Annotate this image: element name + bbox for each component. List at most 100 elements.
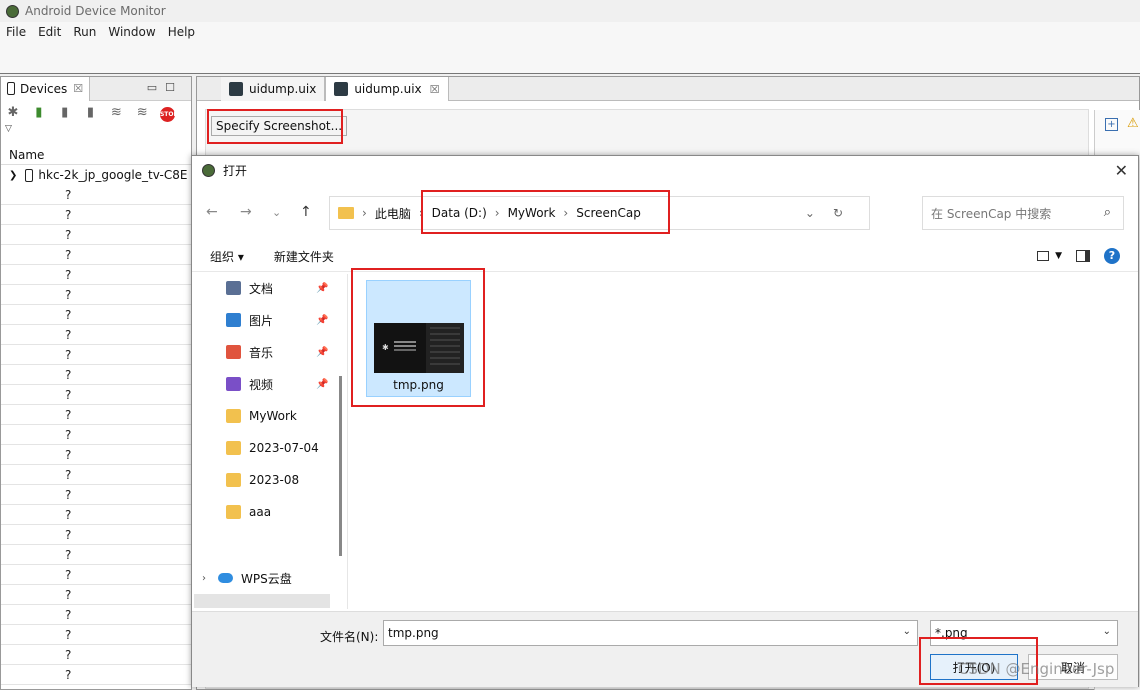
close-icon[interactable]: ☒ — [430, 83, 440, 96]
forward-arrow-icon[interactable]: → — [240, 204, 252, 220]
device-icon — [7, 82, 15, 95]
tab-uidump-2[interactable]: uidump.uix ☒ — [325, 77, 449, 101]
pin-icon: 📌 — [316, 378, 329, 390]
folder-icon — [226, 441, 241, 455]
help-icon[interactable]: ? — [1104, 248, 1120, 264]
close-icon[interactable]: ☒ — [73, 82, 83, 95]
search-input[interactable]: 在 ScreenCap 中搜索 ⌕ — [922, 196, 1124, 230]
process-row[interactable]: ? — [1, 605, 191, 625]
organize-button[interactable]: 组织 ▾ — [210, 248, 244, 265]
main-toolbar — [0, 42, 1140, 74]
address-dropdown-refresh-icons[interactable]: ⌄↻ — [805, 206, 861, 220]
library-icon — [226, 345, 241, 359]
chevron-right-icon[interactable]: › — [202, 573, 206, 584]
nav-item[interactable]: MyWork — [226, 406, 297, 426]
warning-icon[interactable]: ⚠ — [1127, 116, 1139, 131]
process-row[interactable]: ? — [1, 665, 191, 685]
search-icon[interactable]: ⌕ — [1104, 205, 1111, 220]
process-row[interactable]: ? — [1, 445, 191, 465]
new-folder-button[interactable]: 新建文件夹 — [274, 248, 334, 265]
nav-item[interactable]: 音乐 📌 — [226, 342, 328, 362]
process-row[interactable]: ? — [1, 465, 191, 485]
process-row[interactable]: ? — [1, 385, 191, 405]
devices-tab-row: Devices ☒ ▭☐ — [1, 76, 191, 101]
chevron-down-icon[interactable]: ⌄ — [1103, 626, 1111, 637]
process-row[interactable]: ? — [1, 185, 191, 205]
back-arrow-icon[interactable]: ← — [206, 204, 218, 220]
title-bar: Android Device Monitor — [0, 0, 1140, 22]
process-row[interactable]: ? — [1, 505, 191, 525]
tab-uidump-1[interactable]: uidump.uix — [221, 77, 326, 101]
process-row[interactable]: ? — [1, 325, 191, 345]
breadcrumb-this-pc[interactable]: 此电脑 — [375, 205, 411, 222]
nav-item[interactable]: 文档 📌 — [226, 278, 328, 298]
up-arrow-icon[interactable]: ↑ — [300, 204, 312, 220]
command-bar: 组织 ▾ 新建文件夹 ▼ ? — [192, 242, 1138, 272]
process-row[interactable]: ? — [1, 245, 191, 265]
process-row[interactable]: ? — [1, 305, 191, 325]
chevron-right-icon[interactable]: › — [362, 206, 367, 220]
update-heap-icon[interactable]: ▮ — [31, 105, 47, 121]
nav-item[interactable]: aaa — [226, 502, 271, 522]
process-row[interactable]: ? — [1, 205, 191, 225]
process-row[interactable]: ? — [1, 545, 191, 565]
library-icon — [226, 313, 241, 327]
preview-pane-icon[interactable] — [1076, 250, 1090, 262]
nav-item[interactable]: 图片 📌 — [226, 310, 328, 330]
menu-help[interactable]: Help — [168, 25, 195, 39]
process-row[interactable]: ? — [1, 485, 191, 505]
dump-hprof-icon[interactable]: ▮ — [57, 105, 73, 121]
device-row[interactable]: ❯ hkc-2k_jp_google_tv-C8E — [1, 165, 191, 185]
cause-gc-icon[interactable]: ▮ — [82, 105, 98, 121]
folder-icon — [226, 473, 241, 487]
process-row[interactable]: ? — [1, 625, 191, 645]
process-row[interactable]: ? — [1, 345, 191, 365]
process-row[interactable]: ? — [1, 425, 191, 445]
chevron-down-icon[interactable]: ⌄ — [903, 626, 911, 637]
nav-item-wps-cloud[interactable]: › WPS云盘 — [202, 568, 292, 588]
chevron-down-icon[interactable]: ▽ — [5, 124, 187, 134]
process-row[interactable]: ? — [1, 365, 191, 385]
process-row[interactable]: ? — [1, 225, 191, 245]
column-header-name[interactable]: Name — [1, 145, 191, 165]
process-row[interactable]: ? — [1, 405, 191, 425]
nav-item-label: 文档 — [249, 281, 274, 296]
menu-window[interactable]: Window — [108, 25, 155, 39]
nav-item-label: 视频 — [249, 377, 274, 392]
expand-all-icon[interactable]: + — [1105, 118, 1118, 131]
process-row[interactable]: ? — [1, 525, 191, 545]
process-row[interactable]: ? — [1, 585, 191, 605]
process-row[interactable]: ? — [1, 565, 191, 585]
nav-item-this-pc-partial[interactable] — [194, 594, 330, 608]
close-icon[interactable]: ✕ — [1115, 161, 1128, 180]
minimize-maximize-icons[interactable]: ▭☐ — [147, 81, 183, 94]
menu-run[interactable]: Run — [73, 25, 96, 39]
chevron-down-icon[interactable]: ▼ — [1055, 251, 1062, 261]
filename-input[interactable]: tmp.png ⌄ — [383, 620, 918, 646]
folder-icon — [226, 409, 241, 423]
update-threads-icon[interactable]: ≋ — [108, 105, 124, 121]
tab-devices[interactable]: Devices ☒ — [1, 76, 91, 101]
app-icon — [202, 163, 215, 177]
process-row[interactable]: ? — [1, 285, 191, 305]
method-profiling-icon[interactable]: ≋ — [134, 105, 150, 121]
nav-item-label: 图片 — [249, 313, 274, 328]
process-row[interactable]: ? — [1, 645, 191, 665]
nav-item[interactable]: 2023-08 — [226, 470, 299, 490]
nav-item[interactable]: 2023-07-04 — [226, 438, 319, 458]
view-options-icon[interactable] — [1037, 251, 1050, 261]
recent-chevron-icon[interactable]: ⌄ — [272, 206, 281, 219]
menu-file[interactable]: File — [6, 25, 26, 39]
dialog-title: 打开 — [223, 163, 248, 178]
uix-file-icon — [334, 82, 349, 96]
nav-item[interactable]: 视频 📌 — [226, 374, 328, 394]
process-row[interactable]: ? — [1, 265, 191, 285]
device-icon — [25, 168, 34, 182]
chevron-down-icon[interactable]: ❯ — [9, 170, 17, 181]
nav-scrollbar[interactable] — [339, 376, 342, 556]
folder-icon — [338, 207, 354, 219]
debug-bug-icon[interactable]: ✱ — [5, 105, 21, 121]
stop-process-icon[interactable]: STOP — [159, 107, 178, 122]
menu-edit[interactable]: Edit — [38, 25, 61, 39]
open-file-dialog: 打开 ✕ ← → ⌄ ↑ › 此电脑 › Data (D:) › MyWork … — [191, 155, 1139, 687]
